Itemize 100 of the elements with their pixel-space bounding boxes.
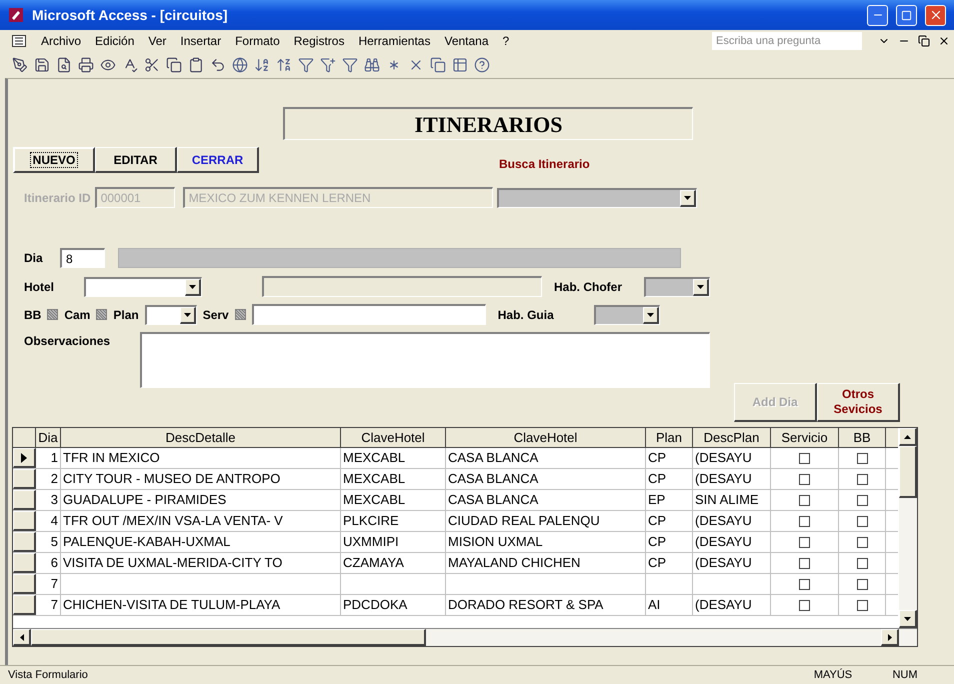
checkbox[interactable] xyxy=(856,578,868,590)
scroll-thumb[interactable] xyxy=(899,446,917,498)
close-icon[interactable] xyxy=(938,35,950,47)
dropdown-button[interactable] xyxy=(693,278,709,296)
checkbox[interactable] xyxy=(799,494,810,506)
checkbox[interactable] xyxy=(856,474,868,484)
menu-item[interactable]: Herramientas xyxy=(351,32,438,50)
table-icon[interactable] xyxy=(452,57,468,73)
checkbox[interactable] xyxy=(856,600,868,610)
observaciones-field[interactable] xyxy=(140,332,710,388)
column-header[interactable]: Plan xyxy=(646,428,693,447)
filter-icon[interactable] xyxy=(298,57,314,73)
menu-item[interactable]: ? xyxy=(496,32,516,50)
printer-icon[interactable] xyxy=(78,57,94,73)
checkbox[interactable] xyxy=(856,536,868,548)
column-header[interactable]: ClaveHotel xyxy=(341,428,446,447)
help-search-field[interactable]: Escriba una pregunta xyxy=(712,32,862,50)
form-button[interactable]: EDITAR xyxy=(95,147,177,173)
undo-icon[interactable] xyxy=(210,57,226,73)
column-header[interactable]: ClaveHotel xyxy=(446,428,646,447)
scissors-icon[interactable] xyxy=(144,57,160,73)
table-cell-text: 3 xyxy=(50,491,58,510)
sort-descending-icon[interactable] xyxy=(276,57,292,73)
combo-box[interactable] xyxy=(144,304,197,324)
column-header[interactable]: Dia xyxy=(36,428,61,447)
record-selector[interactable] xyxy=(13,574,36,594)
checkbox[interactable] xyxy=(799,558,810,568)
scroll-thumb[interactable] xyxy=(31,629,426,646)
record-selector[interactable] xyxy=(13,469,36,489)
table-cell-text: UXMMIPI xyxy=(343,533,399,552)
checkbox[interactable] xyxy=(856,494,868,506)
record-selector[interactable] xyxy=(13,511,36,531)
checkbox[interactable] xyxy=(799,474,810,484)
help-icon[interactable] xyxy=(474,57,490,73)
table-cell-text: MAYALAND CHICHEN xyxy=(448,554,580,572)
checkbox[interactable] xyxy=(856,516,868,526)
restore-button[interactable] xyxy=(896,4,917,26)
clipboard-icon[interactable] xyxy=(188,57,204,73)
record-selector[interactable] xyxy=(13,490,36,510)
checkbox[interactable] xyxy=(856,452,868,464)
column-header[interactable]: BB xyxy=(839,428,886,447)
table-cell-text: MISION UXMAL xyxy=(448,533,543,552)
table-cell-text: VISITA DE UXMAL-MERIDA-CITY TO xyxy=(63,554,282,572)
filter-icon[interactable] xyxy=(342,57,358,73)
table-cell-text: CHICHEN-VISITA DE TULUM-PLAYA xyxy=(63,596,280,614)
vertical-scrollbar[interactable] xyxy=(899,428,917,628)
checkbox[interactable] xyxy=(799,452,810,464)
checkbox[interactable] xyxy=(799,578,810,590)
dropdown-button[interactable] xyxy=(642,306,659,324)
windows-icon[interactable] xyxy=(430,57,446,73)
save-icon[interactable] xyxy=(34,57,50,73)
dropdown-button[interactable] xyxy=(185,278,201,296)
dia-field[interactable]: 8 xyxy=(60,248,105,268)
search-label: Busca Itinerario xyxy=(499,156,590,173)
record-selector[interactable] xyxy=(13,532,36,552)
menu-item[interactable]: Ver xyxy=(141,32,174,50)
checkbox[interactable] xyxy=(47,309,58,320)
column-header[interactable]: DescDetalle xyxy=(61,428,341,447)
restore-icon[interactable] xyxy=(918,35,930,47)
checkbox[interactable] xyxy=(799,516,810,526)
table-cell-text: CP xyxy=(648,554,666,572)
service-field[interactable] xyxy=(252,304,486,325)
form-button[interactable]: CERRAR xyxy=(177,147,259,173)
caret-icon xyxy=(189,284,196,288)
copy-icon[interactable] xyxy=(166,57,182,73)
record-selector[interactable] xyxy=(13,448,36,468)
menu-item[interactable]: Formato xyxy=(228,32,287,50)
close-button[interactable] xyxy=(925,4,946,26)
menu-item[interactable]: Registros xyxy=(286,32,352,50)
horizontal-scrollbar[interactable] xyxy=(13,628,917,646)
record-selector[interactable] xyxy=(13,553,36,573)
minimize-button[interactable] xyxy=(867,4,888,26)
column-header[interactable]: DescPlan xyxy=(693,428,771,447)
design-view-icon[interactable] xyxy=(12,57,28,73)
combo-box[interactable] xyxy=(594,304,660,324)
combo-box[interactable] xyxy=(644,276,710,296)
checkbox[interactable] xyxy=(799,536,810,548)
table-cell-text: CASA BLANCA xyxy=(448,449,538,468)
record-selector[interactable] xyxy=(13,595,36,615)
preview-icon[interactable] xyxy=(100,57,116,73)
menu-item[interactable]: Insertar xyxy=(173,32,228,50)
menu-item[interactable]: Ventana xyxy=(437,32,496,50)
binoculars-icon[interactable] xyxy=(364,57,380,73)
filter-form-icon[interactable] xyxy=(320,57,336,73)
serv-label: Serv xyxy=(202,306,229,324)
menu-item[interactable]: Edición xyxy=(88,32,142,50)
globe-icon[interactable] xyxy=(232,57,248,73)
combo-box[interactable] xyxy=(84,276,202,296)
checkbox[interactable] xyxy=(96,309,108,320)
menu-item[interactable]: Archivo xyxy=(34,32,88,50)
file-search-icon[interactable] xyxy=(56,57,72,73)
checkbox[interactable] xyxy=(234,309,246,320)
sort-ascending-icon[interactable] xyxy=(254,57,270,73)
checkbox[interactable] xyxy=(799,600,810,610)
dropdown-button[interactable] xyxy=(180,306,196,324)
table-cell-text: CP xyxy=(648,470,666,488)
checkbox[interactable] xyxy=(856,558,868,568)
form-button[interactable]: NUEVO xyxy=(13,147,95,173)
action-button[interactable]: Otros Sevicios xyxy=(817,383,900,422)
column-header[interactable]: Servicio xyxy=(771,428,839,447)
